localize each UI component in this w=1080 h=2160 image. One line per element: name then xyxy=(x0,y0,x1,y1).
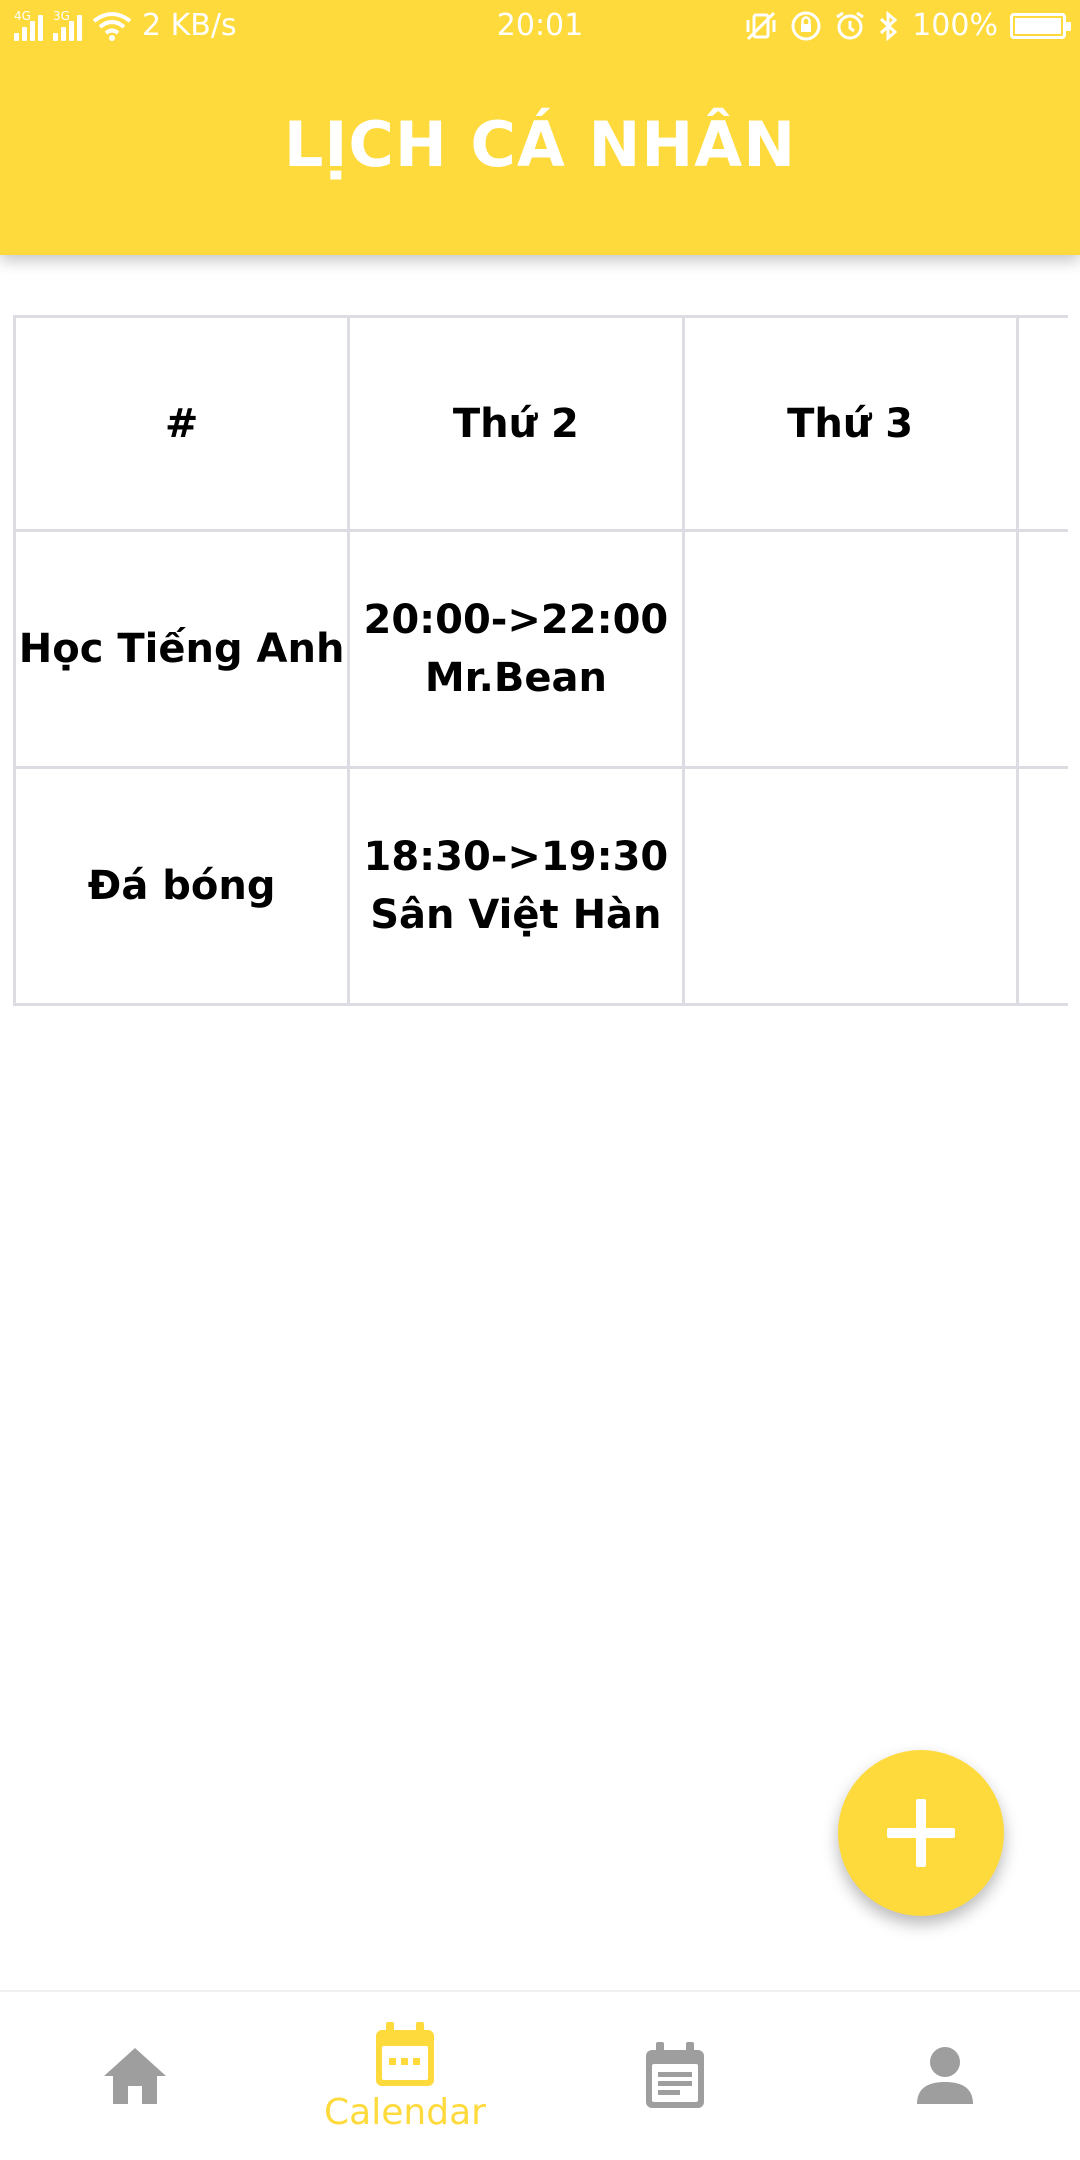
bluetooth-icon xyxy=(880,10,898,41)
schedule-cell[interactable] xyxy=(681,529,1019,769)
activity-cell: Học Tiếng Anh xyxy=(13,529,351,769)
nav-item-profile[interactable] xyxy=(810,1992,1080,2160)
schedule-cell[interactable] xyxy=(1015,529,1068,769)
plus-icon xyxy=(887,1799,955,1867)
schedule-place: Sân Việt Hàn xyxy=(370,892,662,938)
top-bar: 4G 3G 2 KB/s 20:01 100% LỊCH CÁ NHÂN xyxy=(0,0,1080,255)
home-icon xyxy=(104,2048,166,2104)
profile-icon xyxy=(917,2047,973,2104)
table-header-row: # Thứ 2 Thứ 3 xyxy=(13,315,1068,532)
battery-icon xyxy=(1010,12,1071,39)
table-row[interactable]: Học Tiếng Anh 20:00->22:00 Mr.Bean xyxy=(13,529,1068,769)
bottom-navigation: Calendar xyxy=(0,1990,1080,2160)
screen: 4G 3G 2 KB/s 20:01 100% LỊCH CÁ NHÂN # T… xyxy=(0,0,1080,2160)
add-event-button[interactable] xyxy=(838,1750,1004,1916)
vibrate-off-icon xyxy=(746,11,776,40)
schedule-table-container[interactable]: # Thứ 2 Thứ 3 Học Tiếng Anh 20:00->22:00… xyxy=(13,315,1068,1006)
activity-cell: Đá bóng xyxy=(13,766,351,1006)
schedule-cell[interactable]: 20:00->22:00 Mr.Bean xyxy=(347,529,685,769)
nav-item-home[interactable] xyxy=(0,1992,270,2160)
rotation-lock-icon xyxy=(791,11,821,40)
column-header: Thứ 3 xyxy=(681,315,1019,532)
column-header: Thứ 2 xyxy=(347,315,685,532)
schedule-place: Mr.Bean xyxy=(424,655,607,701)
column-header: # xyxy=(13,315,351,532)
column-header xyxy=(1015,315,1068,532)
status-bar: 4G 3G 2 KB/s 20:01 100% xyxy=(0,0,1080,56)
schedule-time: 20:00->22:00 xyxy=(363,597,669,643)
nav-item-calendar[interactable]: Calendar xyxy=(270,1992,540,2160)
battery-percent: 100% xyxy=(912,8,998,43)
schedule-cell[interactable]: 18:30->19:30 Sân Việt Hàn xyxy=(347,766,685,1006)
schedule-table: # Thứ 2 Thứ 3 Học Tiếng Anh 20:00->22:00… xyxy=(13,315,1068,1006)
schedule-cell[interactable] xyxy=(1015,766,1068,1006)
nav-label-calendar: Calendar xyxy=(324,2091,486,2133)
page-title: LỊCH CÁ NHÂN xyxy=(283,108,797,181)
calendar-icon xyxy=(376,2021,434,2086)
schedule-time: 18:30->19:30 xyxy=(363,834,669,880)
alarm-icon xyxy=(836,11,865,39)
schedule-cell[interactable] xyxy=(681,766,1019,1006)
nav-item-notes[interactable] xyxy=(540,1992,810,2160)
notes-icon xyxy=(646,2042,704,2108)
table-row[interactable]: Đá bóng 18:30->19:30 Sân Việt Hàn xyxy=(13,766,1068,1006)
